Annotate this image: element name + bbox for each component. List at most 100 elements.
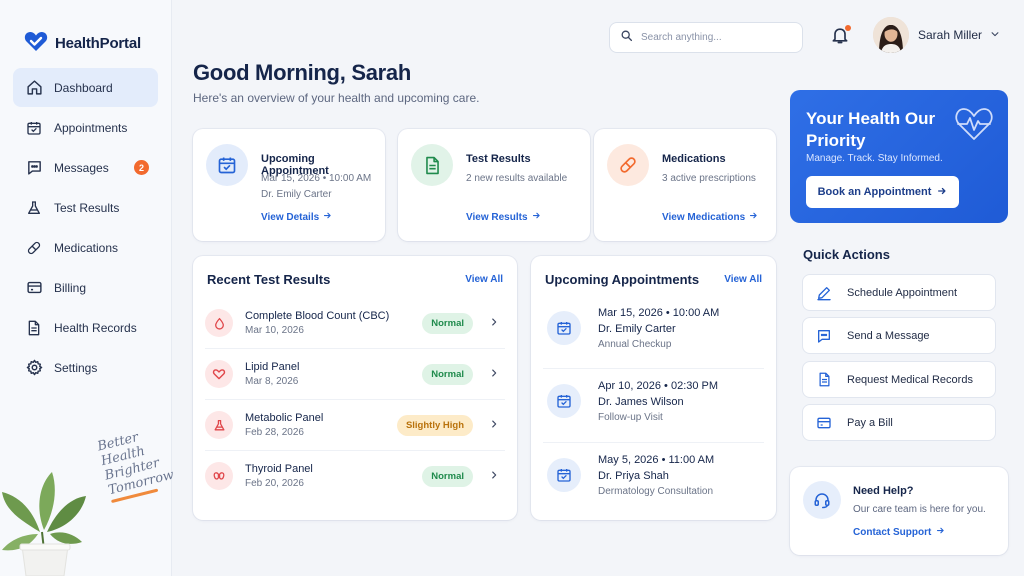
calendar-icon xyxy=(547,458,581,492)
sidebar-item-label: Settings xyxy=(54,360,98,375)
view-results-link[interactable]: View Results xyxy=(466,211,541,223)
divider xyxy=(543,368,764,369)
flask-icon xyxy=(25,199,43,217)
flask-icon xyxy=(205,411,233,439)
appointment-type: Dermatology Consultation xyxy=(598,486,714,497)
appointment-doctor: Dr. Emily Carter xyxy=(598,323,676,335)
user-name: Sarah Miller xyxy=(918,28,983,42)
view-all-appointments-link[interactable]: View All xyxy=(724,274,762,285)
sidebar-item-messages[interactable]: Messages 2 xyxy=(13,148,158,187)
list-item[interactable]: May 5, 2026 • 11:00 AM Dr. Priya Shah De… xyxy=(545,454,762,524)
link-label: Contact Support xyxy=(853,526,932,538)
request-records-button[interactable]: Request Medical Records xyxy=(802,361,996,398)
view-all-results-link[interactable]: View All xyxy=(465,274,503,285)
main-content: Sarah Miller Good Morning, Sarah Here's … xyxy=(172,0,1024,576)
chevron-right-icon xyxy=(489,365,499,383)
promo-title: Your Health Our Priority xyxy=(806,109,936,150)
test-name: Complete Blood Count (CBC) xyxy=(245,310,390,322)
user-menu[interactable]: Sarah Miller xyxy=(873,17,1000,53)
test-date: Mar 10, 2026 xyxy=(245,325,304,336)
sidebar-item-label: Health Records xyxy=(54,320,137,335)
sidebar-item-label: Messages xyxy=(54,160,109,175)
sidebar-item-billing[interactable]: Billing xyxy=(13,268,158,307)
schedule-appointment-button[interactable]: Schedule Appointment xyxy=(802,274,996,311)
pen-icon xyxy=(815,284,833,302)
test-date: Feb 28, 2026 xyxy=(245,427,304,438)
help-card: Need Help? Our care team is here for you… xyxy=(790,467,1008,555)
arrow-right-icon xyxy=(749,211,758,223)
page-title: Good Morning, Sarah xyxy=(193,60,411,85)
action-label: Request Medical Records xyxy=(847,373,973,386)
appointment-datetime: Mar 15, 2026 • 10:00 AM xyxy=(598,307,720,319)
brand[interactable]: HealthPortal xyxy=(0,0,171,64)
status-badge: Normal xyxy=(422,363,473,385)
results-count: 2 new results available xyxy=(466,173,568,184)
heart-icon xyxy=(205,360,233,388)
notifications-button[interactable] xyxy=(830,25,852,47)
help-subtitle: Our care team is here for you. xyxy=(853,504,986,515)
search-icon xyxy=(620,29,633,47)
promo-banner: Your Health Our Priority Manage. Track. … xyxy=(790,90,1008,223)
test-results-card: Test Results 2 new results available Vie… xyxy=(398,129,590,241)
table-row[interactable]: Metabolic Panel Feb 28, 2026 Slightly Hi… xyxy=(203,400,507,450)
link-label: View Medications xyxy=(662,211,746,223)
chevron-right-icon xyxy=(489,467,499,485)
document-icon xyxy=(25,319,43,337)
table-row[interactable]: Thyroid Panel Feb 20, 2026 Normal xyxy=(203,451,507,501)
list-item[interactable]: Apr 10, 2026 • 02:30 PM Dr. James Wilson… xyxy=(545,380,762,450)
arrow-right-icon xyxy=(936,526,945,538)
appointment-type: Annual Checkup xyxy=(598,339,672,350)
calendar-icon xyxy=(206,144,248,186)
send-message-button[interactable]: Send a Message xyxy=(802,317,996,354)
appointment-doctor: Dr. Emily Carter xyxy=(261,189,332,200)
sidebar-tagline: Better Health Brighter Tomorrow xyxy=(96,423,180,504)
plant-illustration xyxy=(2,472,86,576)
chevron-down-icon xyxy=(990,26,1000,44)
avatar xyxy=(873,17,909,53)
button-label: Book an Appointment xyxy=(817,186,932,198)
arrow-right-icon xyxy=(937,186,947,199)
appointment-datetime: May 5, 2026 • 11:00 AM xyxy=(598,454,715,466)
book-appointment-button[interactable]: Book an Appointment xyxy=(806,176,959,208)
status-badge: Slightly High xyxy=(396,414,473,436)
panel-title: Upcoming Appointments xyxy=(545,272,700,287)
sidebar-item-medications[interactable]: Medications xyxy=(13,228,158,267)
action-label: Schedule Appointment xyxy=(847,286,958,299)
sidebar-item-label: Medications xyxy=(54,240,119,255)
appointment-datetime: Mar 15, 2026 • 10:00 AM xyxy=(261,173,372,184)
sidebar-item-health-records[interactable]: Health Records xyxy=(13,308,158,347)
brand-name: HealthPortal xyxy=(55,34,141,52)
test-name: Thyroid Panel xyxy=(245,463,313,475)
sidebar-nav: Dashboard Appointments Messages 2 Test R… xyxy=(0,68,171,387)
search-box[interactable] xyxy=(609,22,803,53)
link-label: View Results xyxy=(466,211,528,223)
table-row[interactable]: Lipid Panel Mar 8, 2026 Normal xyxy=(203,349,507,399)
contact-support-link[interactable]: Contact Support xyxy=(853,526,945,538)
sidebar-item-label: Dashboard xyxy=(54,80,113,95)
test-name: Metabolic Panel xyxy=(245,412,324,424)
messages-count-badge: 2 xyxy=(134,160,149,175)
sidebar-item-label: Test Results xyxy=(54,200,120,215)
pay-bill-button[interactable]: Pay a Bill xyxy=(802,404,996,441)
view-medications-link[interactable]: View Medications xyxy=(662,211,758,223)
divider xyxy=(543,442,764,443)
table-row[interactable]: Complete Blood Count (CBC) Mar 10, 2026 … xyxy=(203,298,507,348)
recent-test-results-panel: Recent Test Results View All Complete Bl… xyxy=(193,256,517,520)
card-title: Medications xyxy=(662,153,726,165)
blood-drop-icon xyxy=(205,309,233,337)
status-badge: Normal xyxy=(422,312,473,334)
heart-logo-icon xyxy=(24,30,48,57)
sidebar-item-settings[interactable]: Settings xyxy=(13,348,158,387)
list-item[interactable]: Mar 15, 2026 • 10:00 AM Dr. Emily Carter… xyxy=(545,307,762,377)
panel-title: Recent Test Results xyxy=(207,272,331,287)
credit-card-icon xyxy=(815,414,833,432)
sidebar-item-test-results[interactable]: Test Results xyxy=(13,188,158,227)
chat-icon xyxy=(25,159,43,177)
pill-icon xyxy=(607,144,649,186)
view-details-link[interactable]: View Details xyxy=(261,211,332,223)
sidebar-item-appointments[interactable]: Appointments xyxy=(13,108,158,147)
pill-icon xyxy=(25,239,43,257)
sidebar-item-dashboard[interactable]: Dashboard xyxy=(13,68,158,107)
search-input[interactable] xyxy=(641,32,791,43)
appointment-datetime: Apr 10, 2026 • 02:30 PM xyxy=(598,380,719,392)
